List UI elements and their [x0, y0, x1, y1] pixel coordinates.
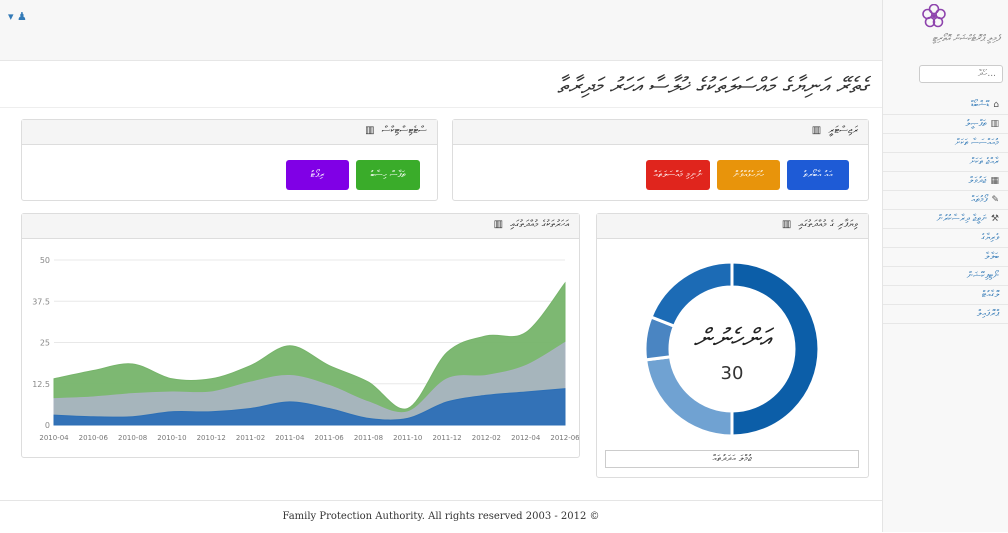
sidebar-item-label: ފޯމުތައް — [971, 195, 988, 205]
wrench-icon: ⚒ — [990, 214, 999, 224]
bar-chart-icon: ▥ — [365, 125, 375, 136]
panel-heading: އަހަރުތަކުގެ މުއްދަތުގައި ▥ — [22, 214, 579, 239]
y-tick-label: 50 — [40, 256, 50, 265]
area-chart-panel: އަހަރުތަކުގެ މުއްދަތުގައި ▥ 0 12.5 25 37.5 5… — [21, 213, 580, 458]
sidebar-item-label: ބަލާލާ — [984, 252, 999, 262]
search-input[interactable] — [919, 65, 1003, 83]
donut-chart: އަންހެނުން 30 — [643, 260, 821, 438]
x-tick-label: 2010-10 — [157, 434, 186, 442]
panel-heading: ވިޔަފާރި ގެ މުއްދަތުގައި ▥ — [597, 214, 868, 239]
reports-button[interactable]: ރިޕޯޓު — [286, 160, 349, 190]
sidebar-item[interactable]: މުއައްސަސާ ތަކަށް — [883, 134, 1008, 153]
panel-title-text: އަހަރުތަކުގެ މުއްދަތުގައި — [510, 219, 569, 230]
panel-title: އަހަރުތަކުގެ މުއްދަތުގައި ▥ — [494, 219, 569, 230]
bar-chart-icon: ▥ — [493, 219, 504, 230]
panel-title-text: ސްޓެޓިސްޓިކްސް — [381, 125, 427, 136]
pending-cases-button[interactable]: ނުނިމި މައްސަލަތައް — [646, 160, 710, 190]
sidebar-item[interactable]: ▥ތަފްޞީލު — [883, 115, 1008, 134]
sidebar-item[interactable]: ވެރިޔާގެ — [883, 229, 1008, 248]
panel-title: ރަޖިސްޓަރީ ▥ — [812, 125, 858, 136]
sidebar-item[interactable]: ޕްރޮފައިލް — [883, 305, 1008, 324]
sidebar: ފެމިލީ ޕްރޮޓެކްޝަން އޮތޯރިޓީ ⌂ޑޭޝްބޯޑް▥ތ… — [882, 0, 1008, 532]
registration-panel: ރަޖިސްޓަރީ ▥ އައު އާބޯރތު ހުށަހެޅުއްވުން… — [452, 119, 869, 201]
x-tick-label: 2011-06 — [315, 434, 345, 442]
sidebar-item-label: ތަފްޞީލު — [965, 119, 987, 129]
footer: Family Protection Authority. All rights … — [0, 500, 882, 533]
panel-title: ވިޔަފާރި ގެ މުއްދަތުގައި ▥ — [782, 219, 858, 230]
sidebar-item-label: ޑޭޝްބޯޑް — [970, 100, 990, 110]
x-tick-label: 2012-02 — [472, 434, 501, 442]
sidebar-item[interactable]: ބަލާލާ — [883, 248, 1008, 267]
page-title: ގެތެރޭ އަނިޔާގެ މައްސަލަތަކުގެ ޚުލާސާ އަ… — [557, 74, 868, 99]
panel-title-text: ވިޔަފާރި ގެ މުއްދަތުގައި — [798, 219, 859, 230]
y-tick-label: 37.5 — [32, 297, 50, 306]
donut-center-value: 30 — [721, 363, 744, 384]
submissions-button[interactable]: ހުށަހެޅުއްވުން — [717, 160, 780, 190]
sidebar-item-label: ލޮގާއުޓް — [981, 290, 999, 300]
bar-chart-icon: ▥ — [781, 219, 792, 230]
y-tick-label: 12.5 — [32, 380, 50, 389]
sidebar-item[interactable]: ✎ފޯމުތައް — [883, 191, 1008, 210]
logo-icon — [922, 4, 946, 28]
sidebar-item[interactable]: ރާއްޖެ ތަކަށް — [883, 153, 1008, 172]
donut-slice — [644, 355, 734, 438]
y-tick-label: 25 — [40, 339, 50, 348]
edit-icon: ✎ — [991, 195, 999, 205]
sidebar-item[interactable]: ލޮގާއުޓް — [883, 286, 1008, 305]
donut-chart-panel: ވިޔަފާރި ގެ މުއްދަތުގައި ▥ އަންހެނުން 30 … — [596, 213, 869, 478]
sidebar-item-label: ނޯޓިފިކޭޝަން — [966, 271, 999, 281]
panel-heading: ސްޓެޓިސްޓިކްސް ▥ — [22, 120, 437, 145]
bar-chart-icon: ▥ — [811, 125, 822, 136]
sidebar-item-label: ނަތީޖާ ދިރާސާކުރުން — [936, 214, 987, 224]
sidebar-item[interactable]: ▦ޖަދުވަލް — [883, 172, 1008, 191]
x-tick-label: 2010-04 — [39, 434, 69, 442]
home-icon: ⌂ — [993, 100, 999, 110]
panel-title: ސްޓެޓިސްޓިކްސް ▥ — [365, 125, 427, 136]
main-content: ▾ ♟ ގެތެރޭ އަނިޔާގެ މައްސަލަތަކުގެ ޚުލާސ… — [0, 0, 882, 532]
area-chart: 0 12.5 25 37.5 50 2010-04 2010-06 2010-08 2010-1… — [32, 256, 579, 442]
x-tick-label: 2010-12 — [197, 434, 226, 442]
panel-title-text: ރަޖިސްޓަރީ — [828, 125, 858, 136]
x-tick-label: 2011-10 — [393, 434, 422, 442]
sidebar-item-label: ވެރިޔާގެ — [981, 233, 999, 243]
sidebar-item-label: ޖަދުވަލް — [968, 176, 987, 186]
x-tick-label: 2012-06 — [550, 434, 579, 442]
x-tick-label: 2011-08 — [354, 434, 383, 442]
donut-center-label: އަންހެނުން — [694, 324, 776, 354]
bar-chart-icon: ▥ — [990, 119, 999, 129]
new-report-button[interactable]: އައު އާބޯރތު — [787, 160, 849, 190]
user-menu[interactable]: ▾ ♟ — [8, 10, 27, 23]
donut-slice — [649, 260, 734, 329]
page-header: ގެތެރޭ އަނިޔާގެ މައްސަލަތަކުގެ ޚުލާސާ އަ… — [0, 64, 882, 108]
x-tick-label: 2011-04 — [275, 434, 305, 442]
statistics-panel: ސްޓެޓިސްޓިކްސް ▥ ތަފާސް ހިސާބު ރިޕޯޓު — [21, 119, 438, 201]
panel-heading: ރަޖިސްޓަރީ ▥ — [453, 120, 868, 145]
top-navbar: ▾ ♟ — [0, 0, 882, 61]
sidebar-item[interactable]: ⌂ޑޭޝްބޯޑް — [883, 96, 1008, 115]
y-tick-label: 0 — [45, 421, 50, 430]
sidebar-item-label: މުއައްސަސާ ތަކަށް — [954, 138, 999, 148]
x-tick-label: 2010-08 — [118, 434, 147, 442]
sidebar-item[interactable]: ⚒ނަތީޖާ ދިރާސާކުރުން — [883, 210, 1008, 229]
x-tick-label: 2011-12 — [432, 434, 461, 442]
x-tick-label: 2010-06 — [79, 434, 109, 442]
sidebar-item-label: ޕްރޮފައިލް — [976, 309, 999, 319]
sidebar-item[interactable]: ނޯޓިފިކޭޝަން — [883, 267, 1008, 286]
table-icon: ▦ — [990, 176, 999, 186]
donut-legend: ޖުމްލަ އަދަދުތައް — [605, 450, 859, 468]
statistics-button[interactable]: ތަފާސް ހިސާބު — [356, 160, 420, 190]
logo-text: ފެމިލީ ޕްރޮޓެކްޝަން އޮތޯރިޓީ — [932, 34, 1000, 44]
sidebar-item-label: ރާއްޖެ ތަކަށް — [969, 157, 1000, 167]
x-tick-label: 2011-02 — [236, 434, 265, 442]
x-tick-label: 2012-04 — [511, 434, 541, 442]
